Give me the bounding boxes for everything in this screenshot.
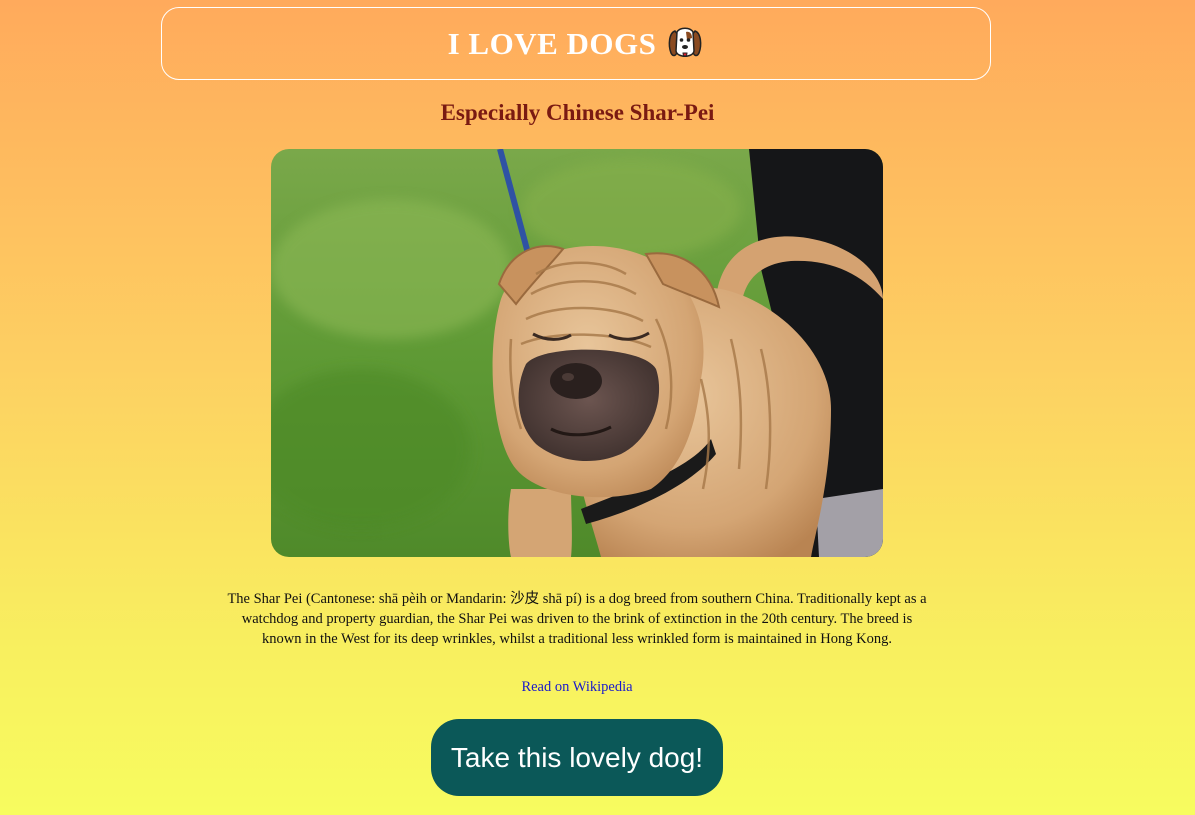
- page-title: I LOVE DOGS: [447, 25, 657, 61]
- dog-face-icon: [666, 25, 704, 63]
- page-subtitle: Especially Chinese Shar-Pei: [440, 100, 715, 125]
- shar-pei-dog-photo: [271, 149, 883, 557]
- take-dog-button[interactable]: Take this lovely dog!: [431, 719, 723, 796]
- wikipedia-link[interactable]: Read on Wikipedia: [0, 679, 1154, 696]
- breed-description: The Shar Pei (Cantonese: shā pèih or Man…: [227, 591, 927, 647]
- header-banner: I LOVE DOGS: [161, 7, 991, 80]
- page-title-row: I LOVE DOGS: [448, 25, 705, 63]
